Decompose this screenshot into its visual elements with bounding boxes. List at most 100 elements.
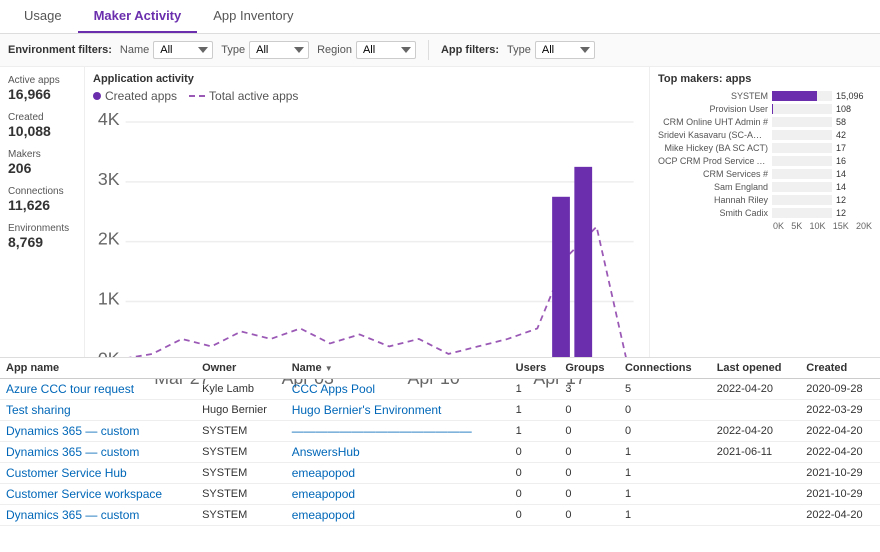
stat-makers-title: Makers bbox=[8, 149, 76, 160]
col-last-opened: Last opened bbox=[711, 358, 801, 379]
cell-name: emeapopod bbox=[286, 463, 510, 484]
table-row: Test sharing Hugo Bernier Hugo Bernier's… bbox=[0, 400, 880, 421]
tab-maker-activity[interactable]: Maker Activity bbox=[78, 0, 198, 33]
chart-title: Application activity bbox=[93, 73, 641, 85]
app-name-link[interactable]: Dynamics 365 — custom bbox=[6, 445, 139, 459]
table-row: Azure CCC tour request Kyle Lamb CCC App… bbox=[0, 379, 880, 400]
sort-icon-name[interactable]: ▼ bbox=[325, 364, 333, 373]
app-type-filter-select[interactable]: All bbox=[535, 41, 595, 59]
makers-list: SYSTEM 15,096 Provision User 108 CRM Onl… bbox=[658, 91, 872, 218]
type-filter-label: Type bbox=[221, 44, 245, 56]
cell-app-name: Test sharing bbox=[0, 400, 196, 421]
maker-value: 12 bbox=[836, 195, 872, 205]
cell-last-opened: 2022-04-20 bbox=[711, 421, 801, 442]
maker-bar-wrap bbox=[772, 182, 832, 192]
cell-created: 2022-04-20 bbox=[800, 505, 880, 526]
type-filter-select[interactable]: All bbox=[249, 41, 309, 59]
maker-name: OCP CRM Prod Service A... bbox=[658, 156, 768, 166]
name-link[interactable]: ——————————————— bbox=[292, 424, 472, 438]
stat-makers-value: 206 bbox=[8, 160, 76, 176]
cell-connections: 1 bbox=[619, 442, 711, 463]
app-type-filter: Type All bbox=[507, 41, 595, 59]
filter-divider bbox=[428, 40, 429, 60]
name-link[interactable]: AnswersHub bbox=[292, 445, 360, 459]
cell-owner: Hugo Bernier bbox=[196, 400, 286, 421]
table-header-row: App name Owner Name ▼ Users Groups Conne… bbox=[0, 358, 880, 379]
cell-groups: 0 bbox=[559, 442, 619, 463]
cell-name: ——————————————— bbox=[286, 421, 510, 442]
tab-usage[interactable]: Usage bbox=[8, 0, 78, 33]
col-name: Name ▼ bbox=[286, 358, 510, 379]
maker-row: CRM Online UHT Admin # 58 bbox=[658, 117, 872, 127]
cell-created: 2022-04-20 bbox=[800, 442, 880, 463]
legend-created: Created apps bbox=[93, 89, 177, 103]
cell-users: 0 bbox=[510, 505, 560, 526]
maker-bar-wrap bbox=[772, 117, 832, 127]
svg-text:1K: 1K bbox=[98, 288, 120, 308]
chart-area: Application activity Created apps Total … bbox=[85, 67, 650, 377]
cell-app-name: Customer Service workspace bbox=[0, 484, 196, 505]
cell-owner: SYSTEM bbox=[196, 442, 286, 463]
maker-row: Sam England 14 bbox=[658, 182, 872, 192]
maker-value: 108 bbox=[836, 104, 872, 114]
maker-bar bbox=[772, 91, 817, 101]
maker-name: Hannah Riley bbox=[658, 195, 768, 205]
cell-groups: 0 bbox=[559, 421, 619, 442]
legend-created-label: Created apps bbox=[105, 89, 177, 103]
top-makers-title: Top makers: apps bbox=[658, 73, 872, 85]
table-row: Customer Service Hub SYSTEM emeapopod 0 … bbox=[0, 463, 880, 484]
top-makers-panel: Top makers: apps SYSTEM 15,096 Provision… bbox=[650, 67, 880, 377]
region-filter-label: Region bbox=[317, 44, 352, 56]
maker-bar-wrap bbox=[772, 208, 832, 218]
app-name-link[interactable]: Dynamics 365 — custom bbox=[6, 424, 139, 438]
stat-connections-value: 11,626 bbox=[8, 197, 76, 213]
region-filter-select[interactable]: All bbox=[356, 41, 416, 59]
app-type-filter-label: Type bbox=[507, 44, 531, 56]
cell-groups: 0 bbox=[559, 400, 619, 421]
name-link[interactable]: CCC Apps Pool bbox=[292, 382, 375, 396]
stat-makers: Makers 206 bbox=[8, 149, 76, 176]
stat-environments-value: 8,769 bbox=[8, 234, 76, 250]
cell-users: 1 bbox=[510, 379, 560, 400]
app-name-link[interactable]: Azure CCC tour request bbox=[6, 382, 134, 396]
name-filter-select[interactable]: All bbox=[153, 41, 213, 59]
stat-environments-title: Environments bbox=[8, 223, 76, 234]
stats-panel: Active apps 16,966 Created 10,088 Makers… bbox=[0, 67, 85, 377]
name-filter: Name All bbox=[120, 41, 213, 59]
name-filter-label: Name bbox=[120, 44, 149, 56]
maker-value: 16 bbox=[836, 156, 872, 166]
maker-bar-wrap bbox=[772, 130, 832, 140]
svg-text:2K: 2K bbox=[98, 229, 120, 249]
tab-app-inventory[interactable]: App Inventory bbox=[197, 0, 309, 33]
maker-name: Sam England bbox=[658, 182, 768, 192]
name-link[interactable]: emeapopod bbox=[292, 466, 355, 480]
cell-app-name: Dynamics 365 — custom bbox=[0, 421, 196, 442]
cell-users: 1 bbox=[510, 421, 560, 442]
name-link[interactable]: Hugo Bernier's Environment bbox=[292, 403, 442, 417]
name-link[interactable]: emeapopod bbox=[292, 487, 355, 501]
cell-connections: 1 bbox=[619, 463, 711, 484]
maker-value: 17 bbox=[836, 143, 872, 153]
app-name-link[interactable]: Customer Service Hub bbox=[6, 466, 127, 480]
maker-bar-wrap bbox=[772, 156, 832, 166]
cell-app-name: Dynamics 365 — custom bbox=[0, 442, 196, 463]
app-name-link[interactable]: Test sharing bbox=[6, 403, 71, 417]
maker-name: Provision User bbox=[658, 104, 768, 114]
col-groups: Groups bbox=[559, 358, 619, 379]
table-section[interactable]: App name Owner Name ▼ Users Groups Conne… bbox=[0, 357, 880, 552]
cell-app-name: Customer Service Hub bbox=[0, 463, 196, 484]
app-name-link[interactable]: Customer Service workspace bbox=[6, 487, 162, 501]
cell-created: 2020-09-28 bbox=[800, 379, 880, 400]
cell-last-opened: 2021-06-11 bbox=[711, 442, 801, 463]
env-filter-label: Environment filters: bbox=[8, 44, 112, 56]
maker-value: 12 bbox=[836, 208, 872, 218]
cell-users: 0 bbox=[510, 463, 560, 484]
cell-users: 0 bbox=[510, 484, 560, 505]
cell-connections: 1 bbox=[619, 505, 711, 526]
app-filter-label: App filters: bbox=[441, 44, 499, 56]
cell-created: 2021-10-29 bbox=[800, 484, 880, 505]
maker-name: Smith Cadix bbox=[658, 208, 768, 218]
legend-total-label: Total active apps bbox=[209, 89, 298, 103]
legend-created-dot bbox=[93, 92, 101, 100]
stat-created-title: Created bbox=[8, 112, 76, 123]
